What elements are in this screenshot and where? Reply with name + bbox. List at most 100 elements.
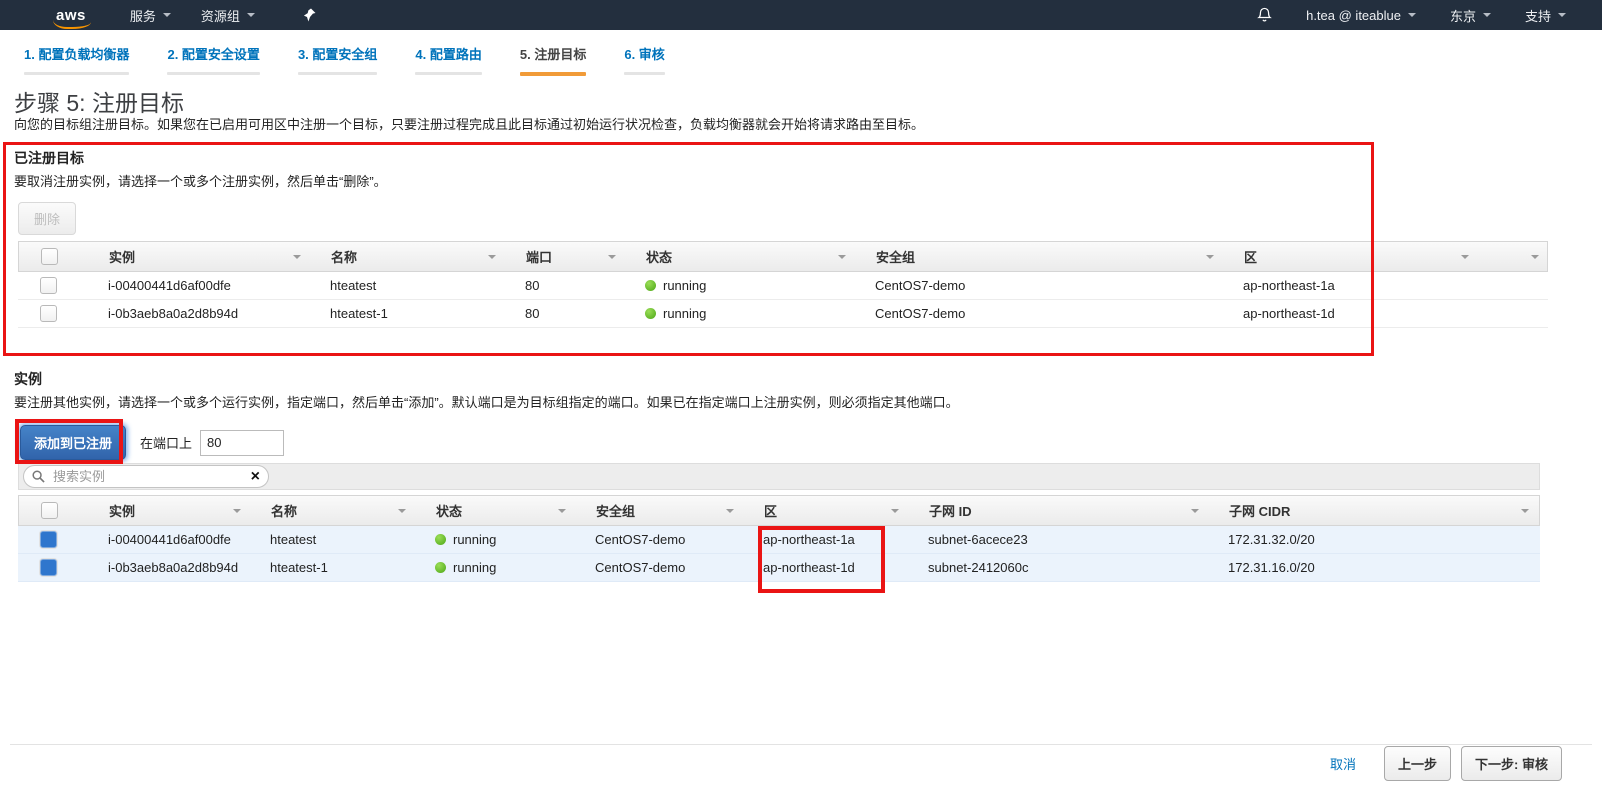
table-row[interactable]: i-0b3aeb8a0a2d8b94dhteatest-180runningCe…: [18, 300, 1548, 328]
support-label: 支持: [1525, 6, 1551, 25]
column-header-label: 名称: [331, 247, 357, 266]
column-header[interactable]: 状态: [626, 242, 856, 271]
nav-resource-groups-menu[interactable]: 资源组: [201, 6, 255, 25]
table-cell: i-00400441d6af00dfe: [88, 278, 310, 293]
sort-icon: [1521, 509, 1529, 517]
port-input[interactable]: [200, 430, 284, 456]
table-cell: 80: [505, 306, 625, 321]
wizard-tab[interactable]: 5. 注册目标: [512, 44, 594, 76]
table-header-row: 实例 名称 端口 状态 安全组区: [18, 241, 1548, 272]
checkbox-cell: [19, 502, 89, 519]
instances-heading: 实例: [14, 369, 42, 389]
wizard-tab[interactable]: 3. 配置安全组: [290, 44, 385, 76]
column-header[interactable]: 子网 ID: [909, 496, 1209, 525]
nav-region-menu[interactable]: 东京: [1450, 6, 1491, 25]
search-icon: [32, 470, 45, 483]
wizard-tab-label: 3. 配置安全组: [298, 47, 377, 62]
column-header[interactable]: 名称: [311, 242, 506, 271]
table-row[interactable]: i-00400441d6af00dfehteatestrunningCentOS…: [18, 526, 1540, 554]
column-header-label: 名称: [271, 501, 297, 520]
cell-text: 172.31.32.0/20: [1228, 532, 1315, 547]
notifications-bell-icon[interactable]: [1257, 7, 1272, 23]
table-cell: hteatest: [310, 278, 505, 293]
table-cell: running: [415, 560, 575, 575]
cell-text: hteatest-1: [330, 306, 388, 321]
wizard-tab[interactable]: 4. 配置路由: [407, 44, 489, 76]
cell-text: hteatest-1: [270, 560, 328, 575]
sort-icon: [838, 255, 846, 263]
tab-underline: [298, 72, 377, 75]
row-checkbox[interactable]: [40, 305, 57, 322]
column-header[interactable]: 安全组: [856, 242, 1224, 271]
table-cell: CentOS7-demo: [575, 560, 743, 575]
select-all-checkbox[interactable]: [41, 248, 58, 265]
row-checkbox[interactable]: [40, 277, 57, 294]
sort-icon: [1461, 255, 1469, 263]
table-cell: i-00400441d6af00dfe: [88, 532, 250, 547]
nav-support-menu[interactable]: 支持: [1525, 6, 1566, 25]
wizard-tab[interactable]: 2. 配置安全设置: [159, 44, 267, 76]
wizard-tab-label: 6. 审核: [624, 47, 664, 62]
wizard-tab[interactable]: 1. 配置负载均衡器: [16, 44, 137, 76]
cell-text: running: [663, 278, 706, 293]
clear-search-icon[interactable]: ×: [251, 469, 260, 485]
wizard-footer-actions: 取消 上一步 下一步: 审核: [1330, 746, 1562, 781]
column-header-label: 状态: [646, 247, 672, 266]
column-header[interactable]: 区: [1224, 242, 1479, 271]
table-cell: CentOS7-demo: [855, 278, 1223, 293]
nav-services-menu[interactable]: 服务: [130, 6, 171, 25]
sort-icon: [1206, 255, 1214, 263]
table-cell: ap-northeast-1a: [743, 532, 908, 547]
previous-step-button[interactable]: 上一步: [1384, 746, 1451, 781]
chevron-down-icon: [163, 13, 171, 21]
wizard-tab-label: 5. 注册目标: [520, 47, 586, 62]
column-header[interactable]: 安全组: [576, 496, 744, 525]
table-cell: ap-northeast-1d: [1223, 306, 1478, 321]
cell-text: 80: [525, 306, 539, 321]
add-instance-controls: 添加到已注册 在端口上: [20, 425, 284, 460]
status-running-icon: [435, 562, 446, 573]
cell-text: hteatest: [270, 532, 316, 547]
row-checkbox[interactable]: [40, 559, 57, 576]
cell-text: ap-northeast-1a: [1243, 278, 1335, 293]
registered-targets-heading: 已注册目标: [14, 148, 84, 168]
nav-services-label: 服务: [130, 6, 156, 25]
pin-icon[interactable]: [303, 8, 316, 22]
wizard-tab[interactable]: 6. 审核: [616, 44, 672, 76]
column-header-label: 安全组: [596, 501, 635, 520]
column-header[interactable]: 名称: [251, 496, 416, 525]
page-description: 向您的目标组注册目标。如果您在已启用可用区中注册一个目标，只要注册过程完成且此目…: [14, 114, 924, 133]
column-header[interactable]: 子网 CIDR: [1209, 496, 1539, 525]
wizard-tab-label: 2. 配置安全设置: [167, 47, 259, 62]
column-header-label: 子网 CIDR: [1229, 501, 1290, 520]
select-all-checkbox[interactable]: [41, 502, 58, 519]
search-field[interactable]: ×: [23, 465, 269, 488]
cell-text: hteatest: [330, 278, 376, 293]
row-checkbox[interactable]: [40, 531, 57, 548]
aws-logo[interactable]: aws: [56, 7, 86, 24]
search-input[interactable]: [51, 468, 247, 485]
column-header[interactable]: 区: [744, 496, 909, 525]
column-header[interactable]: 端口: [506, 242, 626, 271]
sort-icon: [608, 255, 616, 263]
checkbox-cell: [18, 559, 88, 576]
cell-text: running: [453, 560, 496, 575]
table-row[interactable]: i-0b3aeb8a0a2d8b94dhteatest-1runningCent…: [18, 554, 1540, 582]
column-header[interactable]: [1479, 242, 1549, 271]
delete-button: 删除: [18, 202, 76, 235]
column-header-label: 端口: [526, 247, 552, 266]
column-header[interactable]: 实例: [89, 242, 311, 271]
column-header[interactable]: 状态: [416, 496, 576, 525]
cell-text: i-00400441d6af00dfe: [108, 532, 231, 547]
nav-account-menu[interactable]: h.tea @ iteablue: [1306, 8, 1416, 23]
chevron-down-icon: [1483, 13, 1491, 21]
registered-targets-description: 要取消注册实例，请选择一个或多个注册实例，然后单击“删除”。: [14, 171, 387, 190]
column-header-label: 区: [764, 501, 777, 520]
add-to-registered-button[interactable]: 添加到已注册: [20, 425, 126, 460]
next-step-review-button[interactable]: 下一步: 审核: [1461, 746, 1562, 781]
sort-icon: [1531, 255, 1539, 263]
column-header[interactable]: 实例: [89, 496, 251, 525]
table-row[interactable]: i-00400441d6af00dfehteatest80runningCent…: [18, 272, 1548, 300]
cell-text: ap-northeast-1a: [763, 532, 855, 547]
cancel-link[interactable]: 取消: [1330, 754, 1356, 773]
